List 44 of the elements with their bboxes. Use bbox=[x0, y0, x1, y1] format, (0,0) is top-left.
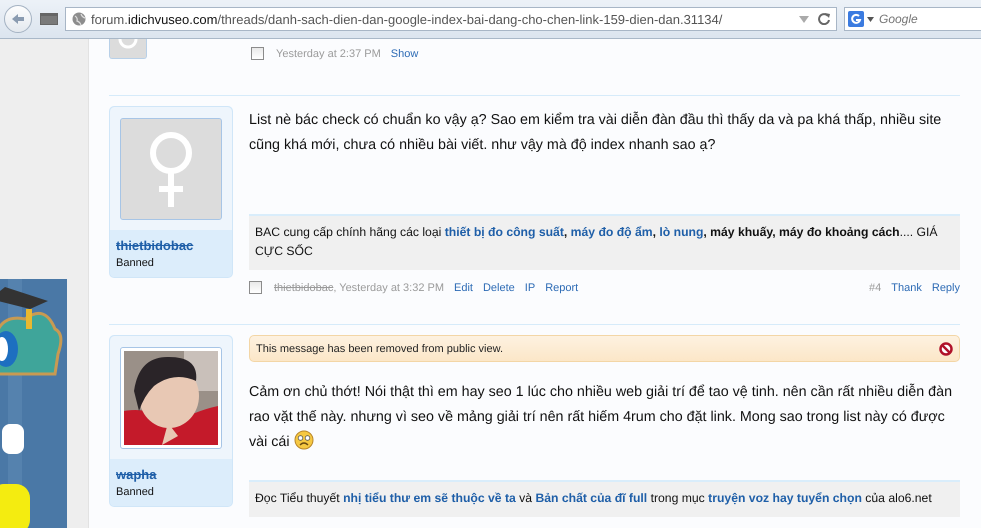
action-link[interactable]: IP bbox=[524, 282, 536, 294]
avatar-icon bbox=[118, 39, 138, 49]
user-title: Banned bbox=[116, 486, 155, 498]
action-link[interactable]: Thank bbox=[891, 282, 922, 294]
notice-text: This message has been removed from public view. bbox=[256, 342, 504, 354]
message-text: List nè bác check có chuẩn ko vậy ạ? Sao em kiểm tra vài diễn đàn đầu thì thấy da và pa khá thấp, nhiều site cũng khá mới, chưa có nhiều bài viết. như vậy mà độ index nhanh sao ạ? bbox=[249, 110, 942, 155]
back-arrow-icon bbox=[11, 13, 25, 25]
author-link[interactable]: thietbidobac bbox=[274, 282, 334, 294]
signature-link[interactable]: lò nung bbox=[659, 225, 704, 239]
dropdown-icon bbox=[867, 16, 874, 22]
dropdown-icon bbox=[799, 16, 809, 22]
show-link[interactable]: Show bbox=[390, 48, 418, 60]
back-button[interactable] bbox=[4, 5, 32, 33]
signature-link[interactable]: máy đo độ ẩm bbox=[570, 225, 653, 239]
action-link[interactable]: Report bbox=[545, 282, 578, 294]
signature-link[interactable]: Bản chất của đĩ full bbox=[535, 491, 648, 505]
tab-groups-button[interactable] bbox=[40, 13, 58, 25]
user-title: Banned bbox=[116, 257, 155, 269]
reload-icon bbox=[818, 13, 830, 25]
message-text: Cảm ơn chủ thớt! Nói thật thì em hay seo 1 lúc cho nhiều web giải trí để tao vệ tinh. nên cần rất nhiều diễn đàn rao vặt thế này. nhưng vì seo về mảng giải trí nên rất hiếm 4rum cho đặt link. Mong sao trong list này có được vài cái bbox=[249, 382, 954, 452]
post-number-link[interactable]: #4 bbox=[869, 282, 882, 294]
prohibited-icon bbox=[939, 342, 953, 356]
checkbox[interactable] bbox=[251, 47, 264, 60]
signature-link[interactable]: thiết bị đo công suất bbox=[444, 225, 564, 239]
globe-icon bbox=[72, 12, 86, 26]
address-field[interactable]: forum.idichvuseo.com/threads/danh-sach-dien-dan-google-index-bai-dang-cho-chen-link-159-dien-dan.31134/ bbox=[65, 7, 837, 31]
signature-text: BAC cung cấp chính hãng các loại thiết bị đo công suất, máy đo độ ẩm, lò nung, máy khuấy, máy đo khoảng cách.... GIÁ CỰC SỐC bbox=[255, 224, 939, 260]
signature-link[interactable]: nhị tiểu thư em sẽ thuộc về ta bbox=[343, 491, 516, 505]
post-time: , Yesterday at 3:32 PM bbox=[333, 282, 444, 294]
action-link[interactable]: Delete bbox=[482, 282, 515, 294]
sad-face-icon bbox=[294, 430, 314, 450]
url-text: forum.idichvuseo.com/threads/danh-sach-dien-dan-google-index-bai-dang-cho-chen-link-159-dien-dan.31134/ bbox=[91, 12, 722, 26]
signature-link[interactable]: truyện voz hay tuyển chọn bbox=[708, 491, 862, 505]
avatar[interactable] bbox=[120, 118, 222, 220]
action-link[interactable]: Edit bbox=[454, 282, 473, 294]
post-time: Yesterday at 2:37 PM bbox=[276, 48, 381, 60]
tab-groups-icon bbox=[40, 13, 58, 25]
checkbox[interactable] bbox=[249, 281, 262, 294]
search-field[interactable]: Google bbox=[844, 7, 981, 31]
action-link[interactable]: Reply bbox=[932, 282, 960, 294]
username-link[interactable]: wapha bbox=[116, 467, 156, 482]
signature-text: Đọc Tiểu thuyết nhị tiểu thư em sẽ thuộc về ta và Bản chất của đĩ full trong mục truyện voz hay tuyển chọn của alo6.net bbox=[255, 490, 933, 507]
google-icon bbox=[848, 11, 864, 27]
username-link[interactable]: thietbidobac bbox=[116, 238, 194, 253]
